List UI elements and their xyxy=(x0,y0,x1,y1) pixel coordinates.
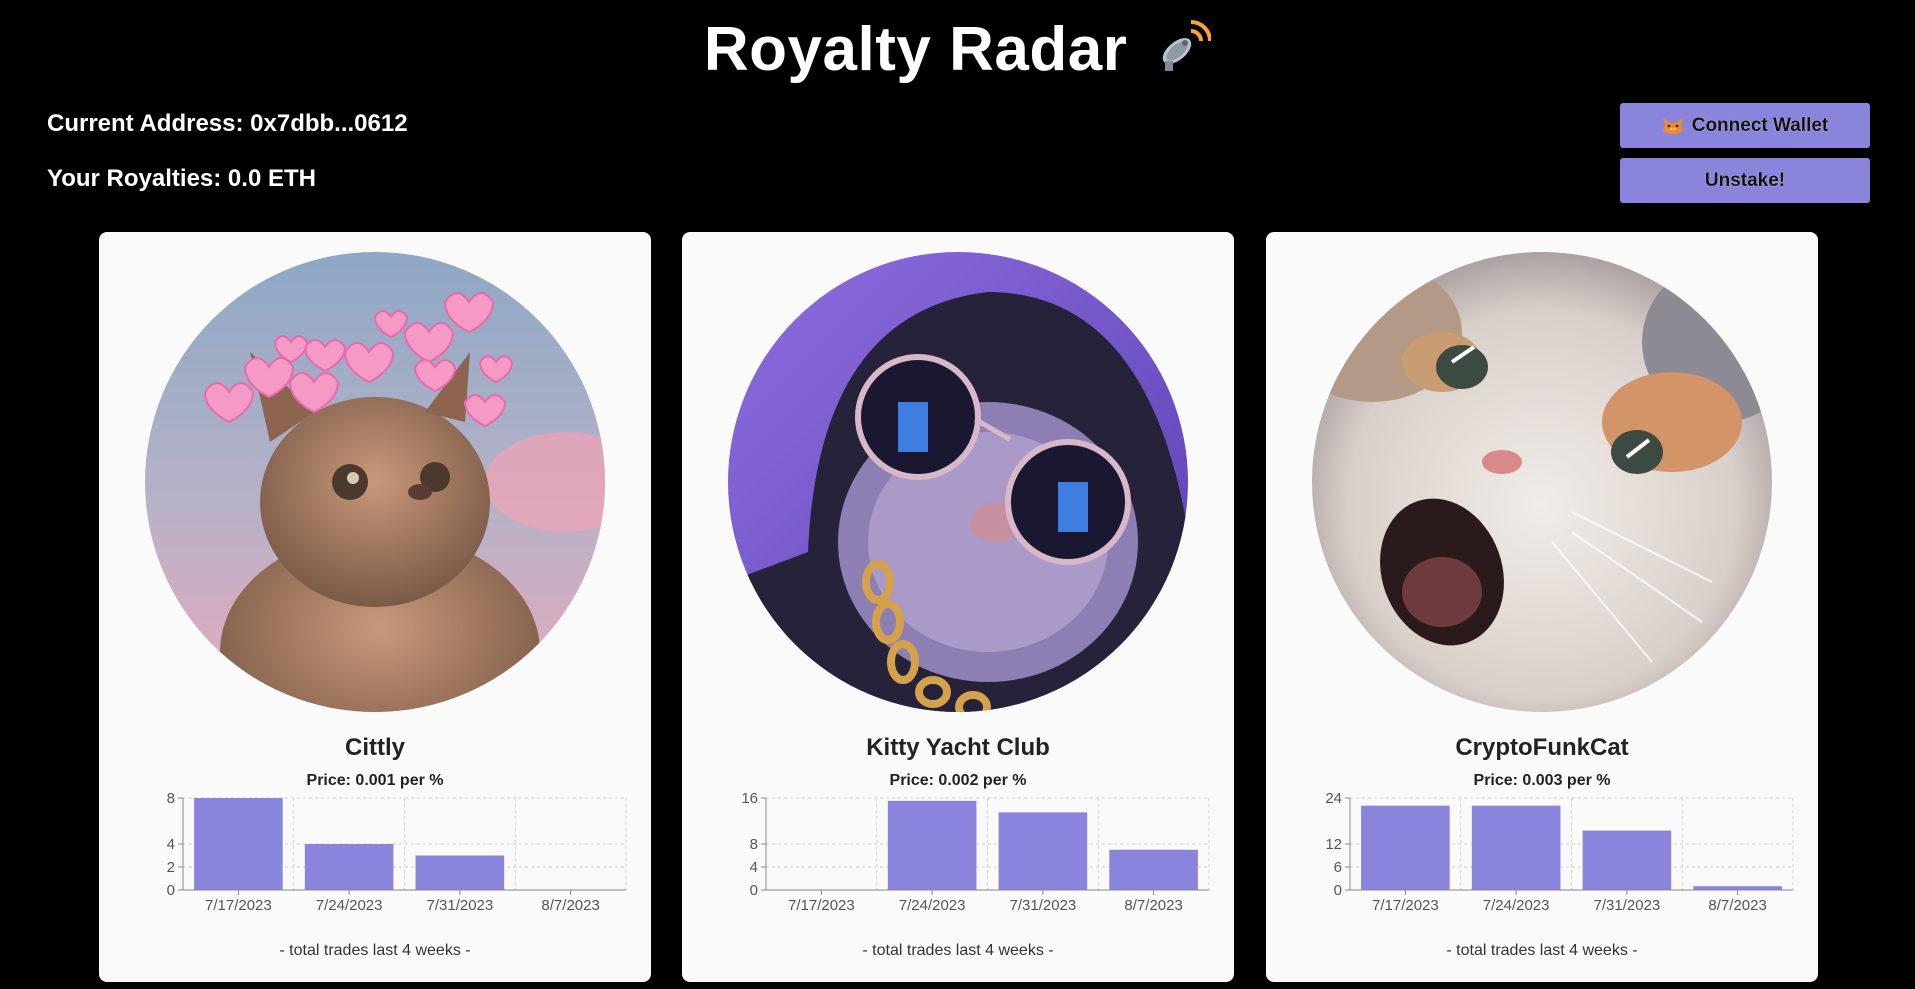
x-tick-label: 7/17/2023 xyxy=(205,897,272,914)
connect-wallet-label: Connect Wallet xyxy=(1691,114,1829,136)
cat-with-sunglasses-image xyxy=(728,252,1188,712)
chart-bar xyxy=(1361,805,1450,890)
x-tick-label: 8/7/2023 xyxy=(1124,897,1182,914)
y-tick-label: 0 xyxy=(167,882,175,899)
page-title-text: Royalty Radar xyxy=(703,15,1128,84)
x-tick-label: 7/17/2023 xyxy=(788,897,855,914)
connect-wallet-button[interactable]: Connect Wallet xyxy=(1620,103,1870,148)
card-title: Cittly xyxy=(345,734,405,761)
chart-bar xyxy=(415,855,505,890)
screaming-cat-image xyxy=(1312,252,1772,712)
unstake-button[interactable]: Unstake! xyxy=(1620,158,1870,203)
nft-card-cryptofunkcat[interactable]: CryptoFunkCat Price: 0.003 per % 0 6 12 24 7… xyxy=(1266,232,1818,982)
chart-bar xyxy=(1582,830,1672,890)
trades-bar-chart: 0 2 4 8 7/17/2023 7/24/2023 7/31/2023 8/7/2023 xyxy=(167,790,627,914)
y-tick-label: 24 xyxy=(1325,790,1342,807)
metamask-fox-icon xyxy=(1662,117,1684,135)
trades-bar-chart: 0 6 12 24 7/17/2023 7/24/2023 7/31/2023 8/7/202… xyxy=(1325,790,1794,914)
chart-caption: - total trades last 4 weeks - xyxy=(1446,942,1638,959)
chart-bar xyxy=(1471,805,1561,890)
y-tick-label: 4 xyxy=(750,859,758,876)
y-tick-label: 8 xyxy=(167,790,175,807)
royalties-label: Your Royalties: 0.0 ETH xyxy=(47,165,316,192)
x-tick-label: 7/24/2023 xyxy=(316,897,383,914)
x-tick-label: 7/24/2023 xyxy=(1483,897,1550,914)
y-tick-label: 0 xyxy=(1334,882,1342,899)
trades-bar-chart: 0 4 8 16 7/17/2023 7/24/2023 7/31/2023 8/7/2023 xyxy=(741,790,1210,914)
chart-caption: - total trades last 4 weeks - xyxy=(279,942,471,959)
nft-card-kitty-yacht-club[interactable]: Kitty Yacht Club Price: 0.002 per % 0481… xyxy=(682,232,1234,982)
page-title: Royalty Radar xyxy=(0,14,1915,90)
x-tick-label: 7/31/2023 xyxy=(1010,897,1077,914)
satellite-dish-icon xyxy=(1153,17,1213,90)
y-tick-label: 8 xyxy=(750,836,758,853)
x-tick-label: 7/24/2023 xyxy=(899,897,966,914)
x-tick-label: 7/17/2023 xyxy=(1372,897,1439,914)
chart-bar xyxy=(1109,849,1198,890)
x-tick-label: 7/31/2023 xyxy=(427,897,494,914)
chart-bar xyxy=(194,798,283,890)
nft-card-cittly[interactable]: Cittly Price: 0.001 per % 0 2 4 8 7/17/2023 7… xyxy=(99,232,651,982)
y-tick-label: 4 xyxy=(167,836,175,853)
y-tick-label: 12 xyxy=(1325,836,1342,853)
card-title: CryptoFunkCat xyxy=(1455,734,1629,761)
chart-bar xyxy=(1693,886,1782,890)
cat-with-hearts-image xyxy=(145,252,605,712)
card-title: Kitty Yacht Club xyxy=(866,734,1050,761)
y-tick-label: 2 xyxy=(167,859,175,876)
y-tick-label: 6 xyxy=(1334,859,1342,876)
current-address: Current Address: 0x7dbb...0612 xyxy=(47,110,408,137)
chart-bar xyxy=(304,844,394,890)
x-tick-label: 8/7/2023 xyxy=(541,897,599,914)
y-tick-label: 0 xyxy=(750,882,758,899)
chart-bar xyxy=(998,812,1088,890)
y-tick-label: 16 xyxy=(741,790,758,807)
x-tick-label: 7/31/2023 xyxy=(1594,897,1661,914)
unstake-label: Unstake! xyxy=(1704,169,1786,191)
x-tick-label: 8/7/2023 xyxy=(1708,897,1766,914)
chart-caption: - total trades last 4 weeks - xyxy=(862,942,1054,959)
chart-bar xyxy=(887,800,977,890)
